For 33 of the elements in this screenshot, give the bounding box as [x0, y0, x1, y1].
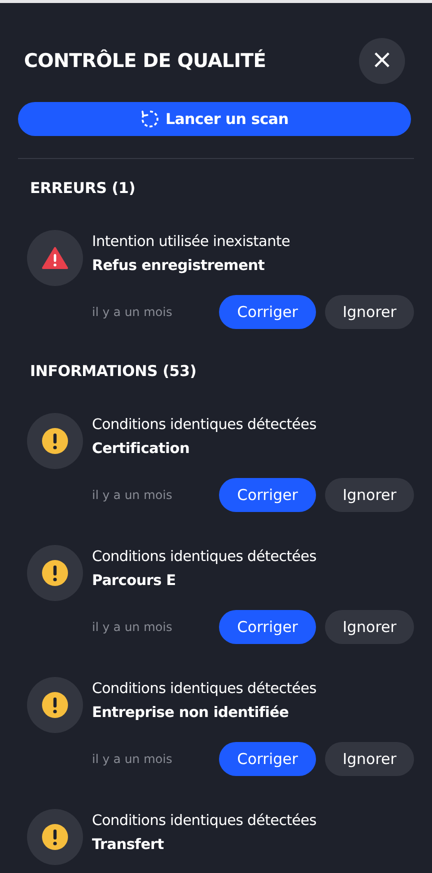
fix-button[interactable]: Corriger: [219, 478, 316, 512]
warning-icon: [41, 244, 69, 272]
timestamp: il y a un mois: [92, 488, 174, 502]
issue-subtitle: Certification: [92, 440, 190, 459]
issue-title: Conditions identiques détectées: [92, 548, 318, 567]
fix-button[interactable]: Corriger: [219, 610, 316, 644]
exclamation-icon: [41, 427, 69, 455]
refresh-icon: [140, 109, 160, 129]
section-heading: ERREURS (1): [29, 179, 136, 197]
fix-button[interactable]: Corriger: [219, 295, 316, 329]
close-button[interactable]: ×: [359, 38, 405, 84]
ignore-button[interactable]: Ignorer: [325, 478, 414, 512]
ignore-button[interactable]: Ignorer: [325, 742, 414, 776]
timestamp: il y a un mois: [92, 305, 174, 319]
issue-subtitle: Refus enregistrement: [92, 257, 266, 276]
issue-title: Conditions identiques détectées: [92, 812, 318, 831]
exclamation-icon: [41, 559, 69, 587]
issue-title: Conditions identiques détectées: [92, 680, 318, 699]
exclamation-icon: [41, 691, 69, 719]
timestamp: il y a un mois: [92, 620, 174, 634]
ignore-button[interactable]: Ignorer: [325, 295, 414, 329]
issue-title: Conditions identiques détectées: [92, 416, 318, 435]
timestamp: il y a un mois: [92, 752, 174, 766]
issue-subtitle: Transfert: [92, 836, 165, 855]
fix-button[interactable]: Corriger: [219, 742, 316, 776]
exclamation-icon: [41, 823, 69, 851]
ignore-button[interactable]: Ignorer: [325, 610, 414, 644]
scan-button[interactable]: Lancer un scan: [18, 102, 411, 136]
issue-title: Intention utilisée inexistante: [92, 233, 292, 252]
section-heading: INFORMATIONS (53): [29, 362, 198, 380]
panel-title: CONTRÔLE DE QUALITÉ: [24, 50, 266, 72]
issue-subtitle: Parcours E: [92, 572, 177, 591]
issue-subtitle: Entreprise non identifiée: [92, 704, 290, 723]
